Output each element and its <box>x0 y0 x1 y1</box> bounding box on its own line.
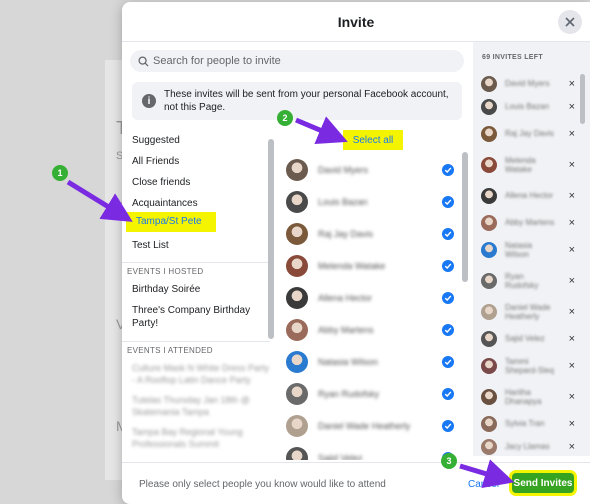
arrow-to-tampa <box>66 179 133 222</box>
arrow-to-send <box>459 459 515 489</box>
annotation-badge-3: 3 <box>441 453 457 469</box>
annotation-badge-1: 1 <box>52 165 68 181</box>
annotation-arrows <box>66 116 515 489</box>
annotation-badge-2: 2 <box>277 110 293 126</box>
arrow-to-select-all <box>295 116 348 145</box>
